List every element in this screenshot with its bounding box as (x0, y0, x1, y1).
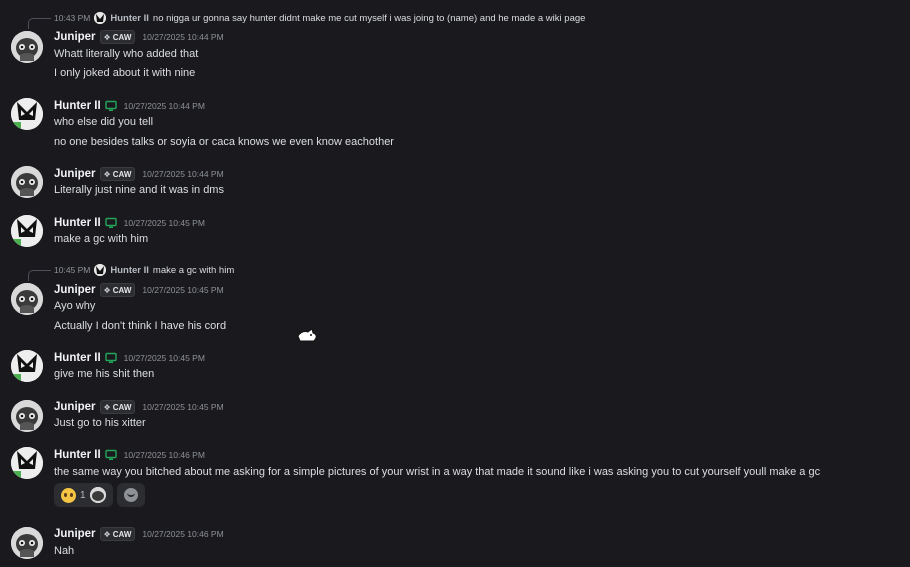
message-text: Nah (54, 545, 75, 557)
avatar-juniper[interactable] (11, 283, 43, 315)
username[interactable]: Hunter II (54, 217, 101, 229)
reply-author: Hunter II (110, 264, 149, 276)
message-text: give me his shit then (54, 368, 155, 380)
username[interactable]: Juniper (54, 284, 96, 296)
server-tag[interactable]: ❖ CAW (99, 527, 136, 541)
message-header: Juniper ❖ CAW 10/27/2025 10:45 PM (54, 282, 224, 298)
desktop-icon (104, 217, 117, 228)
avatar-juniper[interactable] (11, 527, 43, 559)
add-reaction-icon (123, 488, 138, 502)
reply-text: make a gc with him (152, 264, 235, 276)
reply-avatar (94, 264, 107, 276)
message-header: Juniper ❖ CAW 10/27/2025 10:45 PM (54, 399, 224, 415)
message-header: Juniper ❖ CAW 10/27/2025 10:46 PM (54, 526, 224, 542)
tag-icon: ❖ (103, 529, 111, 539)
message-text: Literally just nine and it was in dms (54, 184, 224, 196)
timestamp: 10/27/2025 10:44 PM (142, 32, 224, 42)
timestamp: 10/27/2025 10:44 PM (123, 101, 205, 111)
avatar-juniper[interactable] (11, 400, 43, 432)
server-tag[interactable]: ❖ CAW (99, 400, 136, 414)
server-tag[interactable]: ❖ CAW (99, 30, 136, 44)
message-header: Juniper ❖ CAW 10/27/2025 10:44 PM (54, 29, 224, 45)
message-text: Actually I don't think I have his cord (54, 320, 227, 332)
tag-icon: ❖ (103, 285, 111, 295)
reply-timestamp: 10:45 PM (54, 265, 91, 275)
avatar-hunter[interactable] (11, 215, 43, 247)
avatar-juniper[interactable] (11, 31, 43, 63)
reaction-pleading[interactable]: 1 (54, 483, 113, 507)
desktop-icon (104, 449, 117, 460)
message-header: Hunter II 10/27/2025 10:44 PM (54, 98, 205, 114)
reply-spine (28, 18, 51, 29)
message-text: Ayo why (54, 300, 96, 312)
server-tag[interactable]: ❖ CAW (99, 283, 136, 297)
add-reaction-button[interactable] (116, 483, 145, 507)
timestamp: 10/27/2025 10:46 PM (123, 450, 205, 460)
tag-icon: ❖ (103, 402, 111, 412)
message-header: Hunter II 10/27/2025 10:45 PM (54, 350, 205, 366)
timestamp: 10/27/2025 10:44 PM (142, 169, 224, 179)
timestamp: 10/27/2025 10:46 PM (142, 529, 224, 539)
message-text: make a gc with him (54, 233, 149, 245)
message-text: I only joked about it with nine (54, 67, 196, 79)
message-text: Whatt literally who added that (54, 48, 199, 60)
message-text: no one besides talks or soyia or caca kn… (54, 136, 394, 148)
avatar-hunter[interactable] (11, 350, 43, 382)
reply-avatar (94, 12, 107, 24)
desktop-icon (104, 100, 117, 111)
username[interactable]: Hunter II (54, 449, 101, 461)
tag-icon: ❖ (103, 169, 111, 179)
reply-reference[interactable]: 10:45 PM Hunter II make a gc with him (28, 263, 235, 281)
server-tag[interactable]: ❖ CAW (99, 167, 136, 181)
username[interactable]: Juniper (54, 168, 96, 180)
username[interactable]: Juniper (54, 528, 96, 540)
avatar-hunter[interactable] (11, 447, 43, 479)
username[interactable]: Juniper (54, 31, 96, 43)
reactor-avatar (89, 487, 106, 503)
reply-timestamp: 10:43 PM (54, 13, 91, 23)
username[interactable]: Juniper (54, 401, 96, 413)
username[interactable]: Hunter II (54, 352, 101, 364)
message-header: Juniper ❖ CAW 10/27/2025 10:44 PM (54, 166, 224, 182)
tag-icon: ❖ (103, 32, 111, 42)
message-text: the same way you bitched about me asking… (54, 466, 821, 478)
timestamp: 10/27/2025 10:45 PM (142, 285, 224, 295)
desktop-icon (104, 352, 117, 363)
username[interactable]: Hunter II (54, 100, 101, 112)
pleading-face-icon (61, 487, 76, 503)
message-header: Hunter II 10/27/2025 10:46 PM (54, 447, 205, 463)
cat-cursor-icon (297, 328, 317, 342)
reply-text: no nigga ur gonna say hunter didnt make … (152, 12, 586, 24)
message-text: who else did you tell (54, 116, 154, 128)
timestamp: 10/27/2025 10:45 PM (123, 218, 205, 228)
avatar-juniper[interactable] (11, 166, 43, 198)
message-header: Hunter II 10/27/2025 10:45 PM (54, 215, 205, 231)
message-text: Just go to his xitter (54, 417, 146, 429)
reactions-bar: 1 (54, 483, 145, 507)
timestamp: 10/27/2025 10:45 PM (123, 353, 205, 363)
reply-reference[interactable]: 10:43 PM Hunter II no nigga ur gonna say… (28, 11, 586, 29)
timestamp: 10/27/2025 10:45 PM (142, 402, 224, 412)
reaction-count: 1 (80, 489, 86, 501)
reply-spine (28, 270, 51, 281)
reply-author: Hunter II (110, 12, 149, 24)
avatar-hunter[interactable] (11, 98, 43, 130)
